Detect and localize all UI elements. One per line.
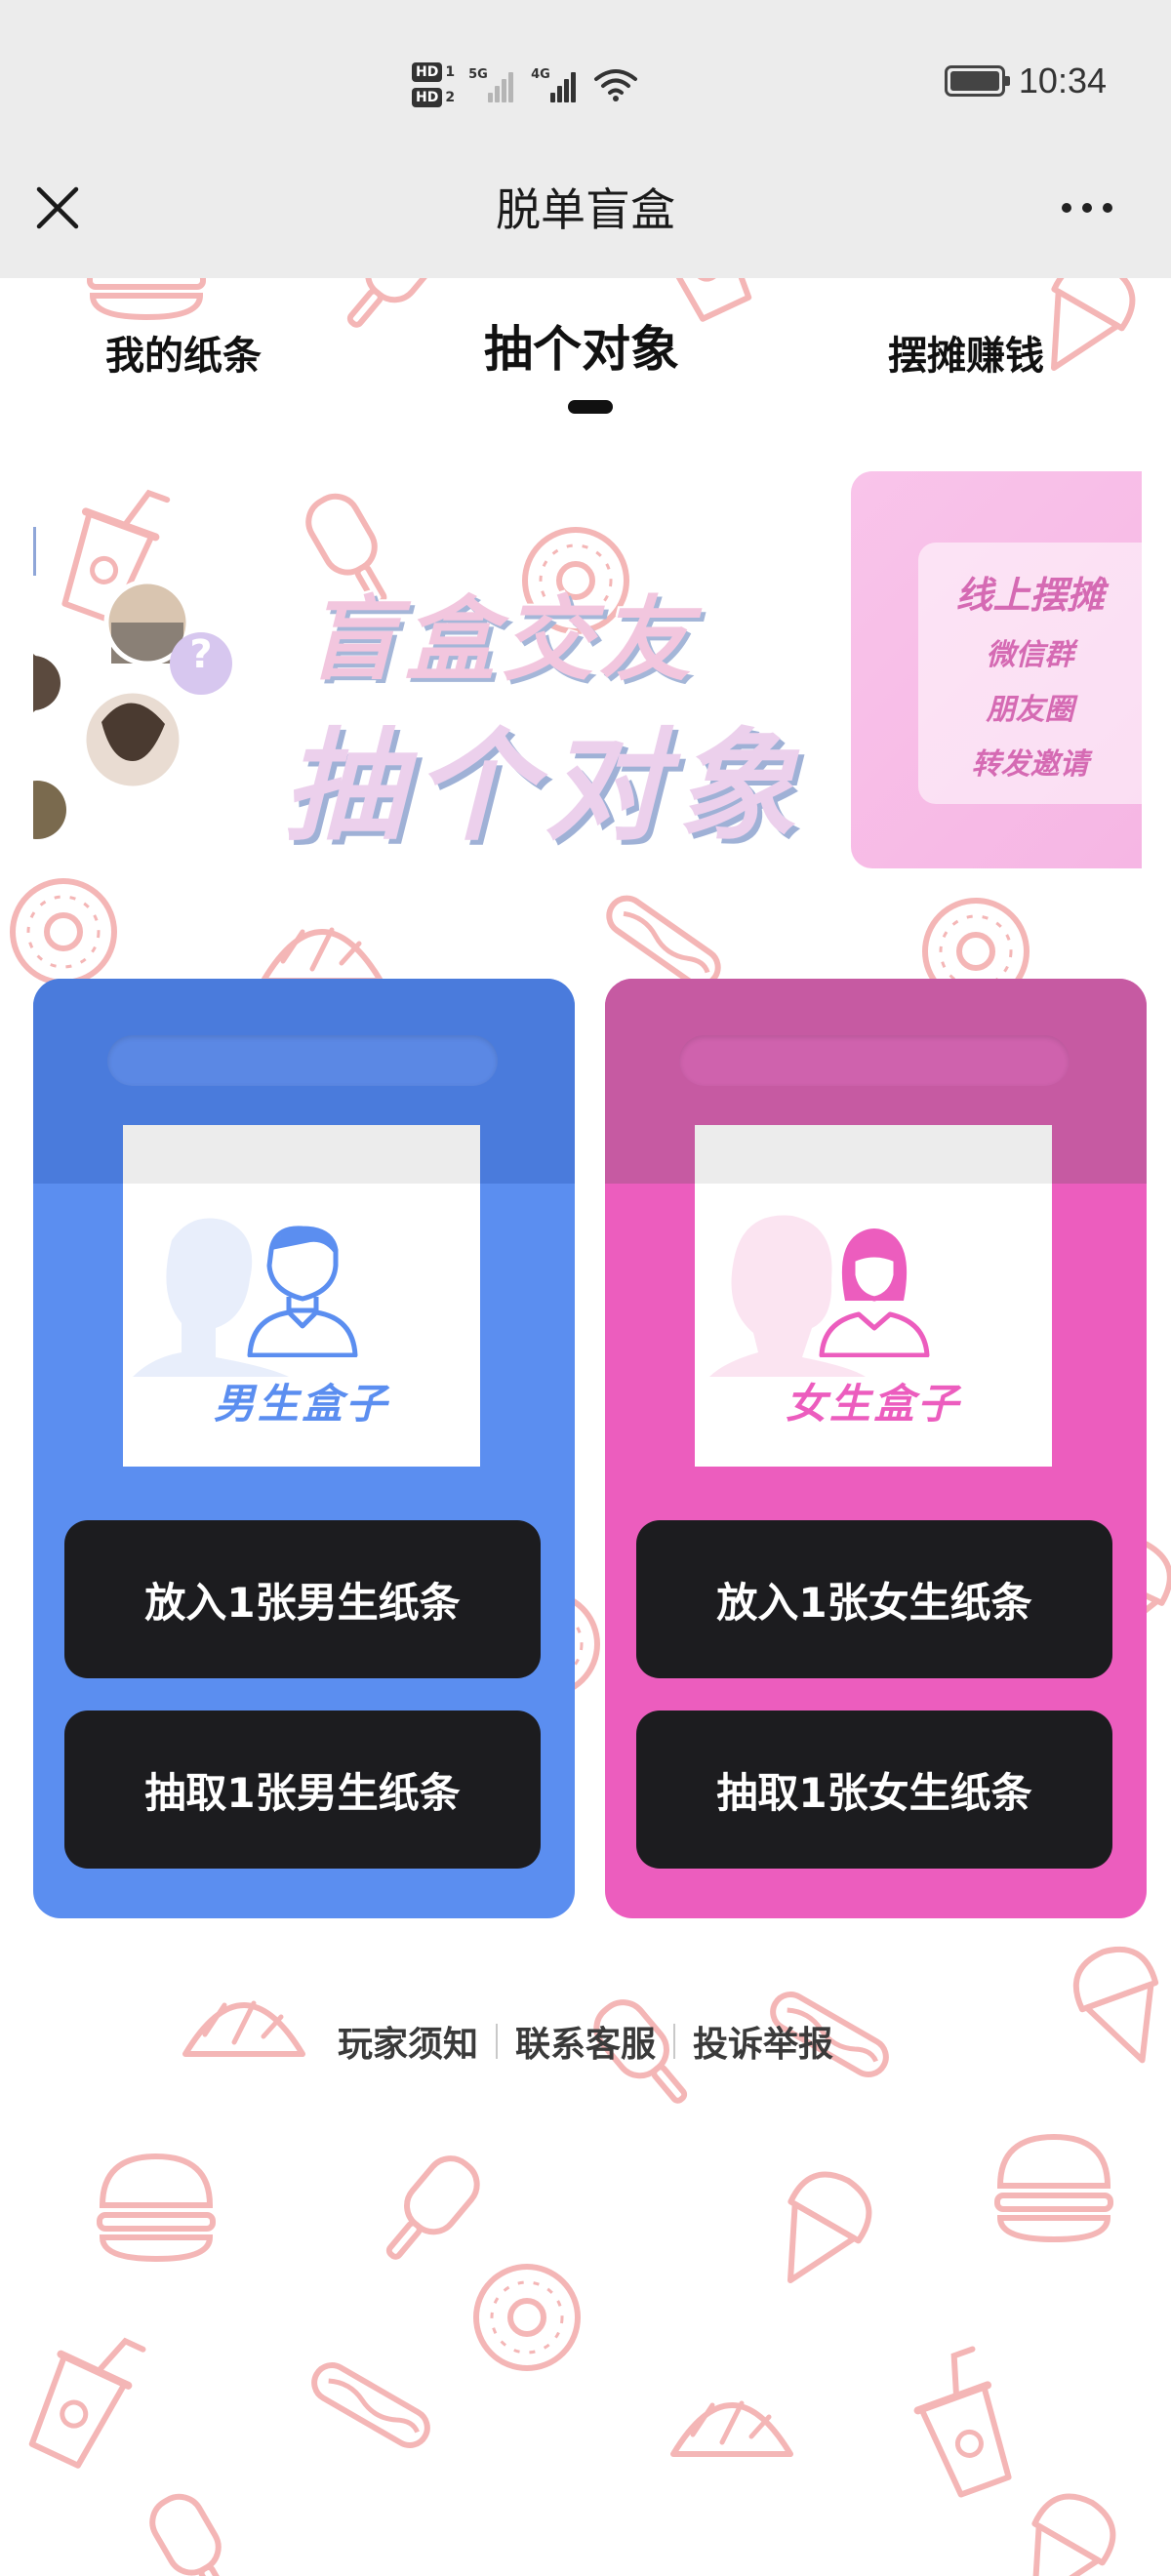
signal-5g-icon: 5G (468, 67, 517, 102)
box-slot (679, 1035, 1070, 1086)
male-box-label: 男生盒子 (213, 1380, 389, 1428)
status-right: 10:34 (944, 60, 1107, 101)
network-type: 4G (531, 67, 550, 82)
box-slot (107, 1035, 498, 1086)
signal-4g-icon: 4G (531, 67, 580, 102)
active-tab-indicator (568, 400, 613, 414)
status-indicators: HD 1 HD 2 5G 4G (412, 51, 638, 119)
hd-badge: HD (412, 88, 443, 107)
draw-female-note-button[interactable]: 抽取1张女生纸条 (636, 1711, 1112, 1869)
sim-number: 2 (445, 90, 456, 105)
hd-badge: HD (412, 62, 443, 82)
sim2-indicator: HD 2 (412, 88, 455, 107)
wifi-icon (594, 69, 638, 101)
footer-links: 玩家须知 联系客服 投诉举报 (0, 2016, 1171, 2067)
tab-my-notes[interactable]: 我的纸条 (105, 329, 262, 383)
player-notice-link[interactable]: 玩家须知 (320, 2016, 496, 2067)
sim1-indicator: HD 1 (412, 62, 455, 82)
clock: 10:34 (1018, 60, 1107, 101)
male-avatar-icon (247, 1226, 358, 1357)
female-box-label: 女生盒子 (785, 1380, 961, 1428)
report-complaint-link[interactable]: 投诉举报 (675, 2016, 851, 2067)
draw-male-note-button[interactable]: 抽取1张男生纸条 (64, 1711, 541, 1869)
put-male-note-button[interactable]: 放入1张男生纸条 (64, 1520, 541, 1678)
male-box[interactable]: 男生盒子 (123, 1125, 480, 1467)
sim-number: 1 (445, 64, 456, 80)
more-options-icon[interactable] (1058, 195, 1116, 221)
question-mark: ? (189, 632, 213, 677)
promo-content: 线上摆摊 微信群 朋友圈 转发邀请 (918, 543, 1142, 804)
male-box-card: 男生盒子 放入1张男生纸条 抽取1张男生纸条 (33, 979, 575, 1918)
tab-stall-earn[interactable]: 摆摊赚钱 (888, 329, 1044, 383)
female-box[interactable]: 女生盒子 (695, 1125, 1052, 1467)
tab-draw-partner[interactable]: 抽个对象 (484, 322, 679, 377)
battery-icon (944, 65, 1010, 97)
page-title: 脱单盲盒 (496, 183, 675, 236)
promo-line: 微信群 (986, 637, 1074, 672)
female-box-card: 女生盒子 放入1张女生纸条 抽取1张女生纸条 (605, 979, 1147, 1918)
promo-line: 转发邀请 (971, 746, 1089, 782)
put-female-note-button[interactable]: 放入1张女生纸条 (636, 1520, 1112, 1678)
female-avatar-icon (819, 1228, 930, 1357)
banner-title-line2: 抽个对象 (283, 717, 807, 858)
promo-title: 线上摆摊 (955, 573, 1105, 617)
promo-line: 朋友圈 (986, 692, 1074, 727)
banner-title-line1: 盲盒交友 (306, 587, 698, 694)
network-type: 5G (468, 67, 488, 82)
contact-support-link[interactable]: 联系客服 (498, 2016, 673, 2067)
sim-indicators: HD 1 HD 2 (412, 62, 455, 107)
